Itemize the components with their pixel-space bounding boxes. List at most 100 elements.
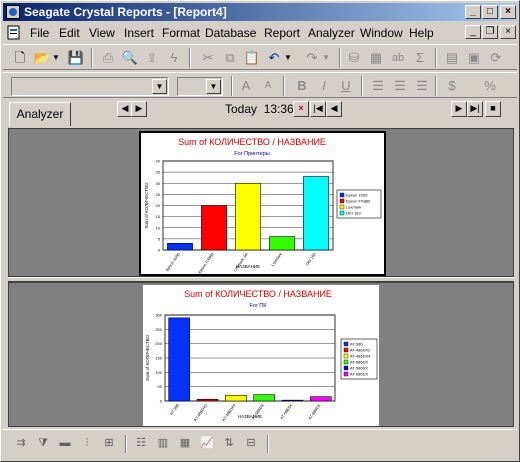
- menu-window[interactable]: Window: [360, 26, 403, 40]
- window-icon[interactable]: ▣: [465, 49, 483, 67]
- card-icon[interactable]: ▬: [57, 436, 73, 450]
- legend-label: AT-486DX2: [350, 348, 371, 353]
- close-button[interactable]: ×: [500, 5, 516, 19]
- print-preview-icon[interactable]: 🔍: [121, 49, 139, 67]
- chart-title: Sum of КОЛИЧЕСТВО / НАЗВАНИЕ: [184, 289, 332, 299]
- chart-icon[interactable]: 📈: [199, 436, 215, 450]
- legend-label: Epson FX880: [346, 199, 371, 204]
- x-tick-label: OKI 183: [304, 251, 317, 267]
- y-tick-label: 200: [155, 341, 162, 346]
- expand-icon[interactable]: ⊞: [101, 436, 117, 450]
- bar: [196, 398, 219, 402]
- list-icon[interactable]: ☷: [133, 436, 149, 450]
- toolbar-separator: [339, 48, 341, 68]
- chart-pc[interactable]: Sum of КОЛИЧЕСТВО / НАЗВАНИЕ For ПК 0 50 100…: [143, 285, 379, 426]
- mdi-close-button[interactable]: ×: [500, 25, 516, 39]
- minimize-button[interactable]: _: [465, 5, 481, 19]
- cut-icon[interactable]: ✂: [199, 49, 217, 67]
- y-tick-label: 100: [155, 370, 162, 375]
- chart-printers[interactable]: Sum of КОЛИЧЕСТВО / НАЗВАНИЕ For Принтеры…: [139, 131, 386, 276]
- stop-page-icon[interactable]: ■: [485, 101, 501, 117]
- database-icon[interactable]: ⛁: [345, 49, 363, 67]
- currency-button[interactable]: $: [443, 77, 461, 95]
- x-tick-label: AT-486DX2: [193, 402, 209, 422]
- last-page-icon[interactable]: ▶|: [467, 101, 483, 117]
- time-label: 13:36: [263, 102, 294, 116]
- maximize-button[interactable]: □: [482, 5, 498, 19]
- chevron-down-icon[interactable]: ▼: [152, 79, 167, 94]
- save-icon[interactable]: 💾: [67, 49, 85, 67]
- print-icon[interactable]: ⎙: [99, 49, 117, 67]
- font-size-select[interactable]: ▼: [177, 77, 223, 96]
- align-center-icon[interactable]: ☰: [391, 77, 409, 95]
- redo-dropdown-icon[interactable]: ▼: [321, 49, 331, 67]
- undo-dropdown-icon[interactable]: ▼: [283, 49, 293, 67]
- legend-label: AT-686DX: [350, 372, 368, 377]
- legend-label: AT-486DX4: [350, 354, 371, 359]
- first-page-icon[interactable]: |◀: [310, 101, 326, 117]
- next-page-icon[interactable]: ▶: [451, 101, 467, 117]
- undo-icon[interactable]: ↶: [265, 49, 283, 67]
- menu-format[interactable]: Format: [162, 26, 200, 40]
- menu-view[interactable]: View: [89, 26, 115, 40]
- italic-button[interactable]: I: [315, 77, 333, 95]
- open-dropdown-icon[interactable]: ▼: [51, 49, 61, 67]
- menu-help[interactable]: Help: [409, 26, 434, 40]
- filter-icon[interactable]: ⧩: [35, 436, 51, 450]
- bar: [310, 396, 332, 402]
- copy-icon[interactable]: ⧉: [221, 49, 239, 67]
- table-icon[interactable]: ▦: [367, 49, 385, 67]
- drill-icon[interactable]: ⇉: [13, 436, 29, 450]
- x-axis-label: НАЗВАНИЕ: [238, 414, 262, 419]
- sort-icon[interactable]: ⇅: [221, 436, 237, 450]
- toolbar-separator: [283, 76, 285, 96]
- bar: [281, 399, 304, 402]
- menu-insert[interactable]: Insert: [124, 26, 154, 40]
- toolbar-separator: [189, 48, 191, 68]
- menu-report[interactable]: Report: [264, 26, 300, 40]
- report-icon[interactable]: ▤: [443, 49, 461, 67]
- format-toolbar: ▼ ▼ A A B I U ☰ ☰ ☰ $ %: [3, 72, 517, 98]
- paste-icon[interactable]: 📋: [243, 49, 261, 67]
- refresh-icon[interactable]: ⟳: [487, 49, 505, 67]
- underline-button[interactable]: U: [337, 77, 355, 95]
- y-tick-label: 35: [156, 170, 161, 175]
- bar: [201, 205, 227, 251]
- chevron-down-icon[interactable]: ▼: [206, 79, 221, 94]
- text-object-icon[interactable]: ab: [389, 49, 407, 67]
- menu-database[interactable]: Database: [205, 26, 256, 40]
- stop-button[interactable]: ×: [293, 101, 309, 117]
- grow-font-button[interactable]: A: [237, 77, 255, 95]
- font-name-select[interactable]: ▼: [11, 77, 169, 96]
- mdi-restore-button[interactable]: ❐: [482, 25, 498, 39]
- menu-analyzer[interactable]: Analyzer: [308, 26, 355, 40]
- tab-analyzer[interactable]: Analyzer: [9, 102, 71, 126]
- y-tick-label: 250: [155, 327, 162, 332]
- menu-file[interactable]: File: [30, 26, 49, 40]
- tab-scroll-right-icon[interactable]: ▶: [131, 101, 147, 117]
- toolbar-separator: [125, 435, 127, 453]
- title-bar[interactable]: Seagate Crystal Reports - [Report4] _ □ …: [3, 3, 517, 21]
- grid-icon[interactable]: ▥: [155, 436, 171, 450]
- analyzer-pane-top: Sum of КОЛИЧЕСТВО / НАЗВАНИЕ For Принтеры…: [8, 128, 514, 277]
- document-icon[interactable]: [6, 25, 22, 40]
- grid-alt-icon[interactable]: ▦: [177, 436, 193, 450]
- group-icon[interactable]: ⫶: [79, 436, 95, 450]
- legend-swatch: [343, 359, 349, 365]
- mdi-minimize-button[interactable]: _: [465, 25, 481, 39]
- bold-button[interactable]: B: [293, 77, 311, 95]
- sum-icon[interactable]: Σ: [411, 49, 429, 67]
- open-icon[interactable]: 📂: [33, 49, 51, 67]
- new-icon[interactable]: 🗋: [11, 49, 29, 67]
- lightning-icon[interactable]: ϟ: [165, 49, 183, 67]
- map-icon[interactable]: ⊟: [243, 436, 259, 450]
- export-icon[interactable]: ⇪: [143, 49, 161, 67]
- shrink-font-button[interactable]: A: [259, 77, 277, 95]
- align-left-icon[interactable]: ☰: [369, 77, 387, 95]
- percent-button[interactable]: %: [481, 77, 499, 95]
- menu-edit[interactable]: Edit: [59, 26, 80, 40]
- prev-page-icon[interactable]: ◀: [326, 101, 342, 117]
- x-axis-label: НАЗВАНИЕ: [236, 264, 260, 269]
- align-right-icon[interactable]: ☰: [413, 77, 431, 95]
- redo-icon[interactable]: ↷: [303, 49, 321, 67]
